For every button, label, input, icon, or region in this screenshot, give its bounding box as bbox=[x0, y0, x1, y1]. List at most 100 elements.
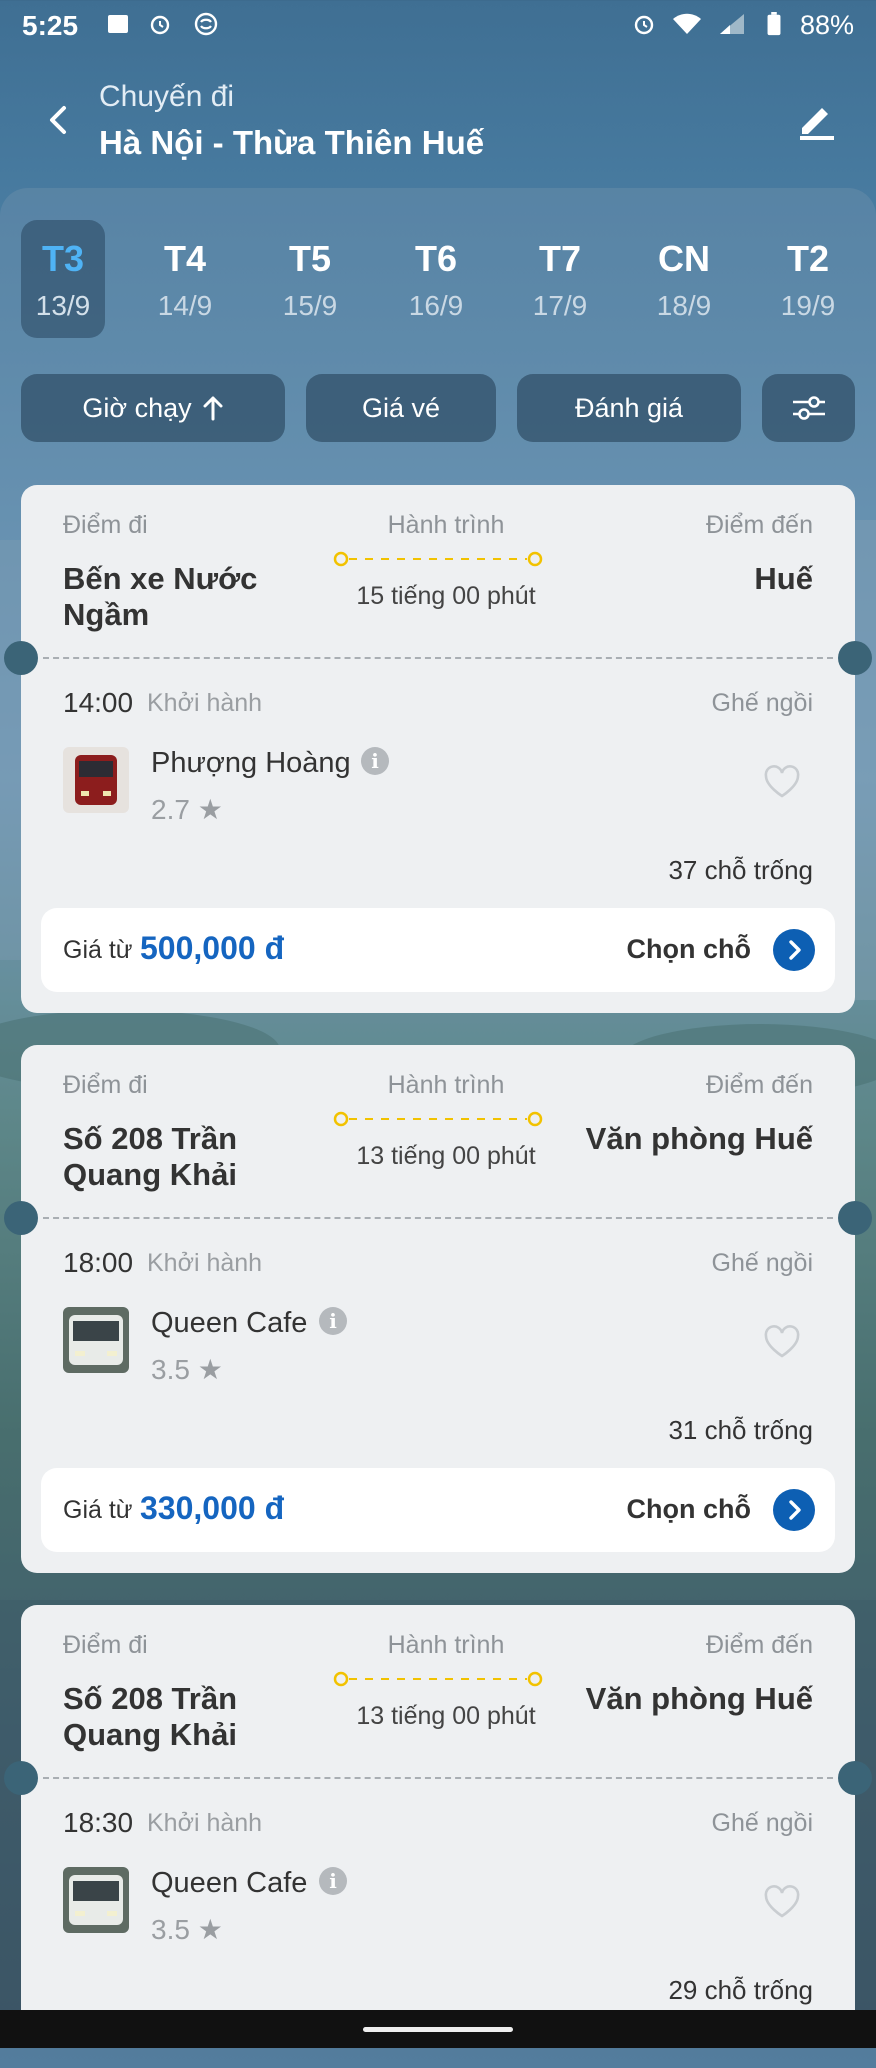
day-date: 13/9 bbox=[35, 290, 91, 321]
day-date: 18/9 bbox=[656, 290, 712, 321]
to-label: Điểm đến bbox=[706, 1631, 813, 1659]
operator-name: Phượng Hoàng bbox=[151, 747, 351, 779]
departure-point: Số 208 Trần Quang Khải bbox=[63, 1681, 238, 1752]
day-selector: T3 13/9 T4 14/9 T5 15/9 T6 16/9 T7 17/9 CN 18/… bbox=[0, 220, 876, 340]
price-from-label: Giá từ bbox=[63, 1496, 133, 1524]
day-date: 16/9 bbox=[408, 290, 464, 321]
sort-rating-label: Đánh giá bbox=[574, 392, 684, 423]
ticket-divider bbox=[43, 657, 833, 659]
from-label: Điểm đi bbox=[63, 1071, 148, 1099]
wifi-icon bbox=[673, 13, 701, 34]
price-value: 500,000 đ bbox=[140, 930, 285, 966]
price-bar[interactable]: Giá từ 500,000 đ Chọn chỗ bbox=[41, 908, 835, 992]
from-label: Điểm đi bbox=[63, 1631, 148, 1659]
departure-point: Bến xe Nước Ngầm bbox=[63, 561, 258, 632]
trip-duration: 13 tiếng 00 phút bbox=[356, 1142, 536, 1170]
info-icon[interactable]: i bbox=[361, 747, 389, 775]
ticket-notch bbox=[4, 1761, 38, 1795]
day-name: T5 bbox=[288, 238, 331, 279]
choose-seat-label[interactable]: Chọn chỗ bbox=[627, 934, 751, 965]
star-icon: ★ bbox=[197, 1914, 223, 1945]
bus-photo bbox=[63, 1867, 129, 1933]
notification-icon bbox=[108, 15, 128, 33]
available-seats: 37 chỗ trống bbox=[668, 855, 813, 885]
departure-time: 18:00 bbox=[63, 1247, 134, 1278]
day-tab-t2[interactable]: T2 19/9 bbox=[766, 220, 850, 338]
status-bar: 5:25 88% bbox=[0, 0, 876, 48]
day-tab-t6[interactable]: T6 16/9 bbox=[394, 220, 478, 338]
trip-card[interactable]: Điểm đi Hành trình Điểm đến Số 208 Trần … bbox=[4, 1045, 872, 1573]
route-title: Hà Nội - Thừa Thiên Huế bbox=[99, 124, 485, 161]
day-tab-t3[interactable]: T3 13/9 bbox=[21, 220, 105, 338]
ticket-notch bbox=[4, 1201, 38, 1235]
sort-time-button[interactable]: Giờ chạy bbox=[21, 374, 285, 442]
status-time: 5:25 bbox=[22, 10, 79, 41]
price-bar[interactable]: Giá từ 330,000 đ Chọn chỗ bbox=[41, 1468, 835, 1552]
trip-card[interactable]: Điểm đi Hành trình Điểm đến Số 208 Trần … bbox=[4, 1605, 872, 2045]
seat-type-label: Ghế ngồi bbox=[711, 1809, 813, 1837]
day-name: T6 bbox=[414, 238, 457, 279]
route-line-icon bbox=[333, 1671, 543, 1687]
from-label: Điểm đi bbox=[63, 511, 148, 539]
ticket-notch bbox=[838, 1761, 872, 1795]
day-name: T3 bbox=[41, 238, 84, 279]
heart-icon[interactable] bbox=[763, 765, 801, 799]
arrival-point: Văn phòng Huế bbox=[585, 1121, 813, 1156]
available-seats: 29 chỗ trống bbox=[668, 1975, 813, 2005]
choose-seat-label[interactable]: Chọn chỗ bbox=[627, 1494, 751, 1525]
sort-price-label: Giá vé bbox=[361, 392, 441, 423]
depart-label: Khởi hành bbox=[147, 1249, 263, 1277]
ticket-notch bbox=[838, 1201, 872, 1235]
info-icon[interactable]: i bbox=[319, 1307, 347, 1335]
sort-time-label: Giờ chạy bbox=[82, 392, 192, 423]
chevron-right-icon[interactable] bbox=[773, 1489, 815, 1531]
route-line-icon bbox=[333, 1111, 543, 1127]
arrival-point: Văn phòng Huế bbox=[585, 1681, 813, 1716]
day-tab-cn[interactable]: CN 18/9 bbox=[642, 220, 726, 338]
day-date: 19/9 bbox=[780, 290, 836, 321]
home-gesture-handle[interactable] bbox=[363, 2027, 513, 2032]
heart-icon[interactable] bbox=[763, 1885, 801, 1919]
battery-icon bbox=[767, 12, 781, 36]
heart-icon[interactable] bbox=[763, 1325, 801, 1359]
arrow-up-icon bbox=[203, 396, 223, 421]
filter-settings-button[interactable] bbox=[762, 374, 855, 442]
day-tab-t5[interactable]: T5 15/9 bbox=[268, 220, 352, 338]
journey-label: Hành trình bbox=[387, 1071, 505, 1099]
to-label: Điểm đến bbox=[706, 1071, 813, 1099]
ticket-divider bbox=[43, 1217, 833, 1219]
ticket-notch bbox=[838, 641, 872, 675]
trip-card[interactable]: Điểm đi Hành trình Điểm đến Bến xe Nước … bbox=[4, 485, 872, 1013]
rating: 2.7 ★ bbox=[151, 793, 223, 826]
rating: 3.5 ★ bbox=[151, 1353, 223, 1386]
trip-label: Chuyến đi bbox=[99, 80, 235, 113]
arrival-point: Huế bbox=[754, 561, 813, 596]
sort-price-button[interactable]: Giá vé bbox=[306, 374, 496, 442]
sort-rating-button[interactable]: Đánh giá bbox=[517, 374, 741, 442]
star-icon: ★ bbox=[197, 794, 223, 825]
day-date: 15/9 bbox=[282, 290, 338, 321]
chevron-right-icon[interactable] bbox=[773, 929, 815, 971]
edit-pencil-icon[interactable] bbox=[794, 98, 838, 142]
alarm-icon bbox=[150, 15, 170, 35]
journey-label: Hành trình bbox=[387, 1631, 505, 1659]
alarm-icon-right bbox=[634, 15, 654, 35]
departure-time: 14:00 bbox=[63, 687, 134, 718]
day-name: T2 bbox=[786, 238, 829, 279]
depart-label: Khởi hành bbox=[147, 689, 263, 717]
info-icon[interactable]: i bbox=[319, 1867, 347, 1895]
day-tab-t7[interactable]: T7 17/9 bbox=[518, 220, 602, 338]
price-from-label: Giá từ bbox=[63, 936, 133, 964]
day-name: T4 bbox=[163, 238, 206, 279]
rating-value: 2.7 bbox=[151, 794, 190, 825]
trip-duration: 13 tiếng 00 phút bbox=[356, 1702, 536, 1730]
day-tab-t4[interactable]: T4 14/9 bbox=[143, 220, 227, 338]
bus-photo bbox=[63, 747, 129, 813]
departure-point: Số 208 Trần Quang Khải bbox=[63, 1121, 238, 1192]
ticket-divider bbox=[43, 1777, 833, 1779]
day-name: CN bbox=[658, 238, 710, 279]
operator-name: Queen Cafe bbox=[151, 1867, 308, 1899]
day-date: 14/9 bbox=[157, 290, 213, 321]
filter-bar: Giờ chạy Giá vé Đánh giá bbox=[0, 374, 876, 442]
back-arrow-icon[interactable] bbox=[40, 98, 80, 142]
